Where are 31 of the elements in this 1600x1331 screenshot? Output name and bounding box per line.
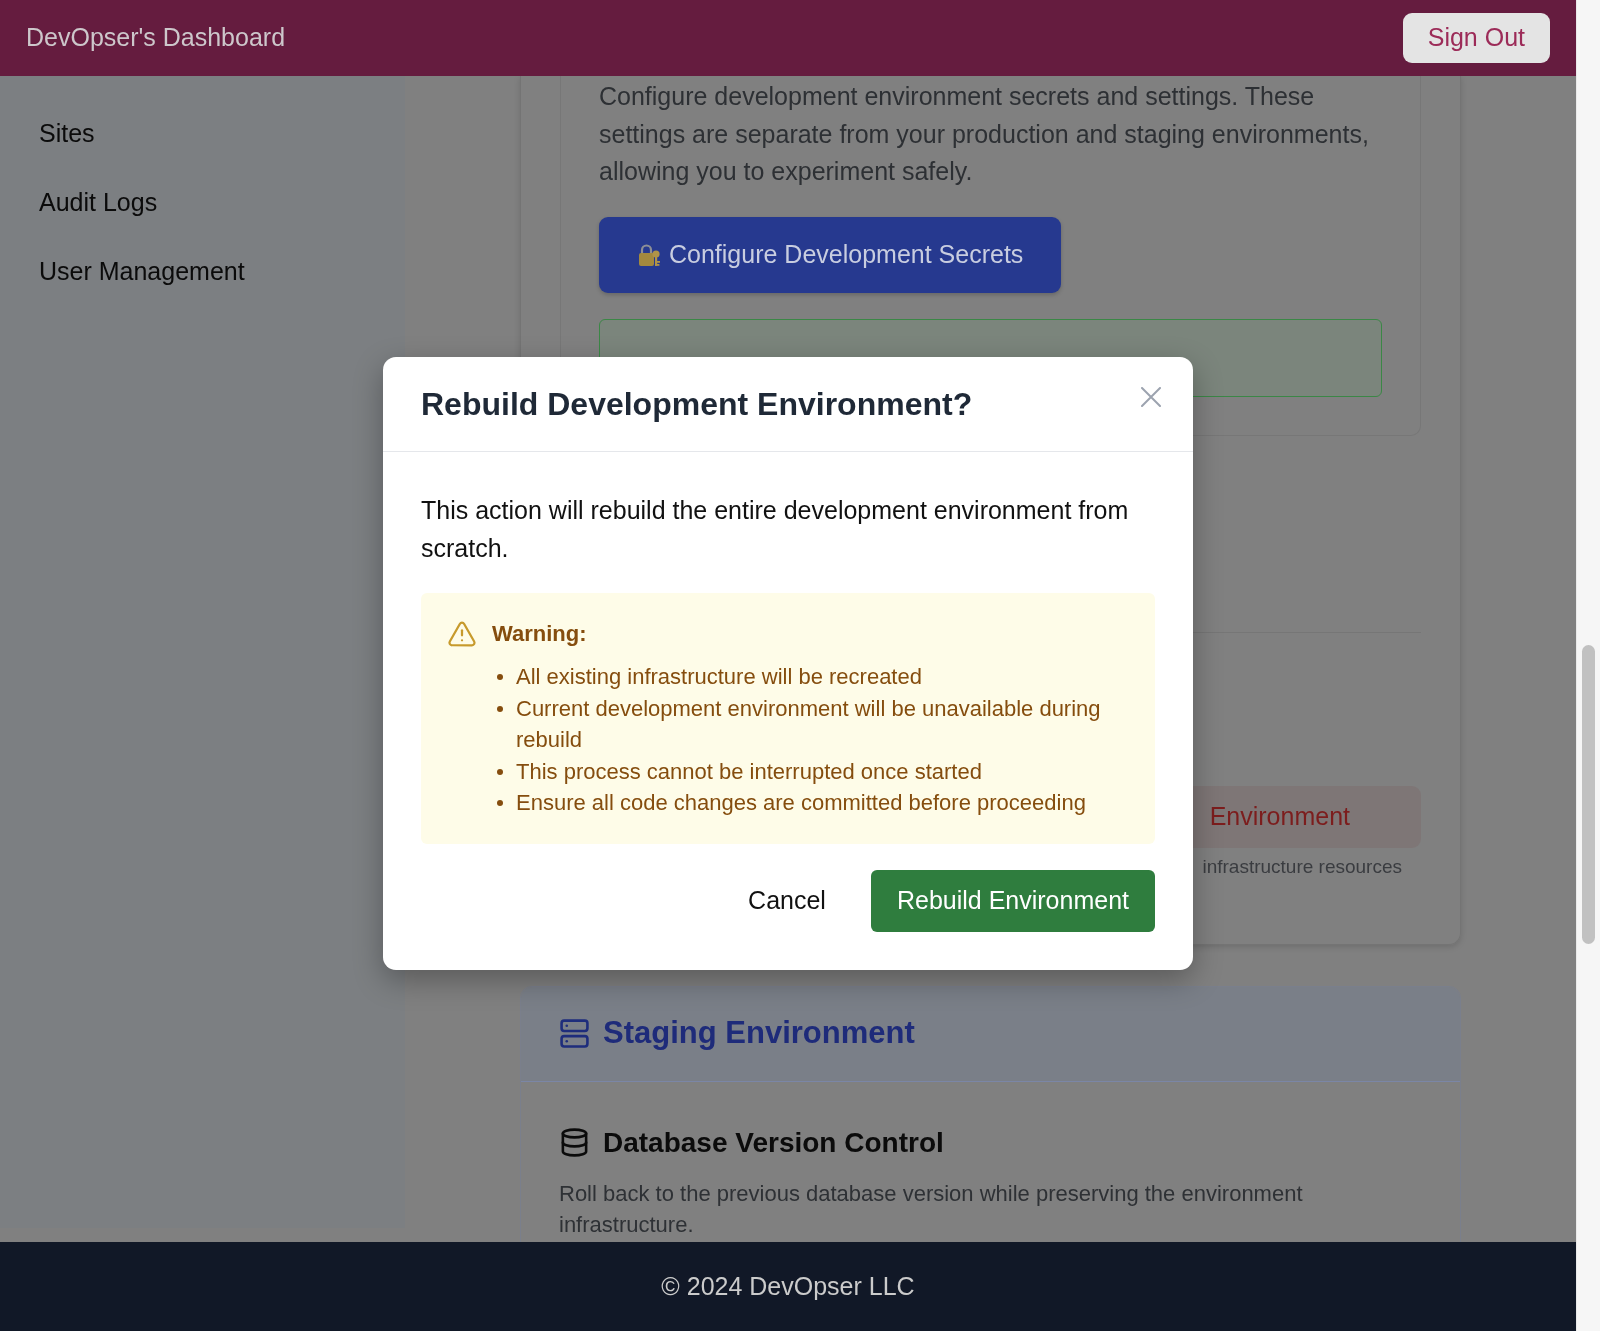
modal-message: This action will rebuild the entire development environment from scratch. <box>421 495 1130 564</box>
database-icon <box>559 1127 590 1158</box>
sidebar-link[interactable]: Audit Logs <box>39 183 158 221</box>
modal-title: Rebuild Development Environment? <box>421 385 973 424</box>
database-title: Database Version Control <box>603 1125 944 1160</box>
confirm-button[interactable]: Rebuild Environment <box>870 869 1155 932</box>
close-button[interactable] <box>1139 385 1163 409</box>
configure-secrets-button[interactable]: Configure Development Secrets <box>599 216 1062 293</box>
sign-out-button[interactable]: Sign Out <box>1402 13 1550 63</box>
database-description: Roll back to the previous database version while preserving the environment infrastructure. <box>559 1179 1304 1239</box>
warning-item: This process cannot be interrupted once started <box>516 757 982 786</box>
dashboard-title: DevOpser's Dashboard <box>26 22 286 54</box>
staging-title: Staging Environment <box>603 1014 915 1053</box>
sidebar-link[interactable]: User Management <box>39 252 245 290</box>
warning-item: All existing infrastructure will be recreated <box>516 663 922 691</box>
sidebar-link[interactable]: Sites <box>39 114 95 152</box>
warning-item: Ensure all code changes are committed before proceeding <box>516 789 1086 817</box>
cancel-button[interactable]: Cancel <box>728 869 846 932</box>
warning-item: Current development environment will be unavailable during rebuild <box>516 694 1102 754</box>
padlock-key-icon <box>636 241 662 268</box>
bullet-icon <box>497 768 503 775</box>
scrollbar-thumb[interactable] <box>1582 645 1595 944</box>
danger-note: infrastructure resources <box>1202 854 1402 879</box>
bullet-icon <box>497 800 503 806</box>
bullet-icon <box>497 705 503 712</box>
warning-title: Warning: <box>492 620 587 648</box>
server-icon <box>559 1018 590 1049</box>
secrets-description: Configure development environment secrets and settings. These settings are separate from your production and staging environments, allowing you to experiment safely. <box>599 81 1370 187</box>
close-icon <box>1141 387 1161 407</box>
copyright-text: © 2024 DevOpser LLC <box>661 1270 915 1302</box>
bullet-icon <box>497 674 503 680</box>
